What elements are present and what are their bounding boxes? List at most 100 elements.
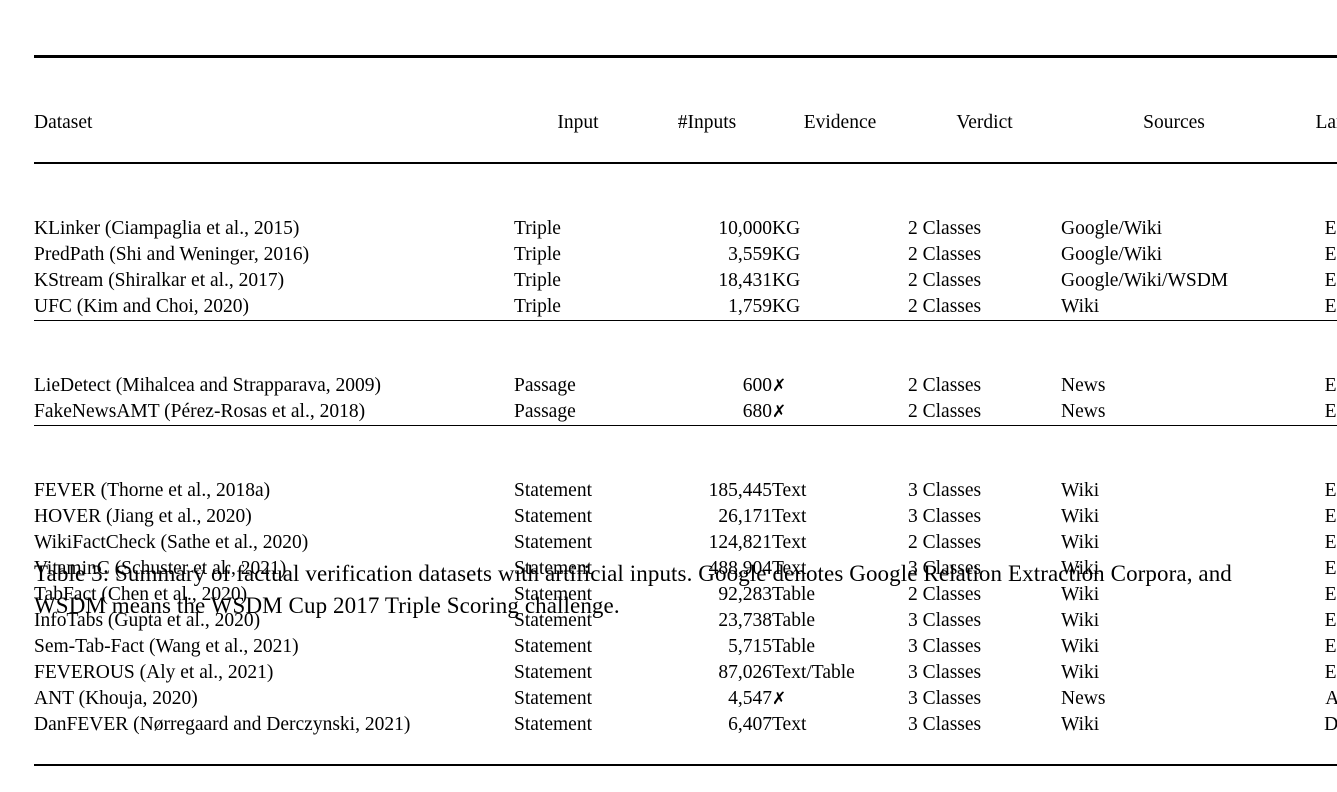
cell-evidence: Text xyxy=(772,504,908,530)
datasets-table: DatasetInput#InputsEvidenceVerdictSource… xyxy=(34,55,1337,792)
cell-ninputs: 5,715 xyxy=(642,634,772,660)
rule-cell xyxy=(514,57,642,85)
column-header-dataset: Dataset xyxy=(34,110,514,136)
cell-ninputs: 185,445 xyxy=(642,478,772,504)
rule-cell xyxy=(34,765,514,792)
cross-mark-icon: ✗ xyxy=(772,689,786,709)
cell-evidence-no-evidence: ✗ xyxy=(772,686,908,712)
table-row: UFC (Kim and Choi, 2020)Triple1,759KG2 C… xyxy=(34,294,1337,321)
column-header-input: Input xyxy=(514,110,642,136)
spacer-cell xyxy=(908,84,1061,110)
rule-cell xyxy=(34,57,514,85)
cell-lang: En xyxy=(1287,634,1337,660)
rule-cell xyxy=(1061,426,1287,453)
spacer-cell xyxy=(772,190,908,216)
table-row: PredPath (Shi and Weninger, 2016)Triple3… xyxy=(34,242,1337,268)
cell-dataset: DanFEVER (Nørregaard and Derczynski, 202… xyxy=(34,712,514,738)
spacer-cell xyxy=(1061,347,1287,373)
cell-evidence: Text xyxy=(772,530,908,556)
spacer-cell xyxy=(772,738,908,765)
table-page: DatasetInput#InputsEvidenceVerdictSource… xyxy=(0,0,1337,656)
rule-cell xyxy=(772,321,908,348)
cell-sources: Wiki xyxy=(1061,712,1287,738)
cell-ninputs: 124,821 xyxy=(642,530,772,556)
spacer-cell xyxy=(514,738,642,765)
cell-sources: News xyxy=(1061,373,1287,399)
cell-ninputs: 680 xyxy=(642,399,772,426)
cell-ninputs: 1,759 xyxy=(642,294,772,321)
table-header-row: DatasetInput#InputsEvidenceVerdictSource… xyxy=(34,110,1337,136)
cell-sources: Wiki xyxy=(1061,478,1287,504)
cell-dataset: Sem-Tab-Fact (Wang et al., 2021) xyxy=(34,634,514,660)
rule-cell xyxy=(1287,321,1337,348)
cell-input: Statement xyxy=(514,504,642,530)
rule-cell xyxy=(34,321,514,348)
spacer-cell xyxy=(34,84,514,110)
cell-verdict: 2 Classes xyxy=(908,242,1061,268)
cell-sources: Wiki xyxy=(1061,504,1287,530)
column-header-lang: Lang xyxy=(1287,110,1337,136)
cell-lang: En xyxy=(1287,556,1337,582)
rule-cell xyxy=(908,321,1061,348)
rule-cell xyxy=(514,321,642,348)
spacer-cell xyxy=(772,84,908,110)
spacer-cell xyxy=(908,738,1061,765)
spacer-cell xyxy=(1287,347,1337,373)
cell-sources: Google/Wiki xyxy=(1061,216,1287,242)
spacer-cell xyxy=(34,452,514,478)
cell-ninputs: 26,171 xyxy=(642,504,772,530)
cell-evidence: Text xyxy=(772,478,908,504)
spacer-cell xyxy=(908,190,1061,216)
column-header-sources: Sources xyxy=(1061,110,1287,136)
rule-cell xyxy=(514,765,642,792)
rule-cell xyxy=(772,57,908,85)
rule-cell xyxy=(772,426,908,453)
cell-ninputs: 10,000 xyxy=(642,216,772,242)
header-bottom-spacer xyxy=(34,136,1337,163)
rule-cell xyxy=(908,765,1061,792)
rule-cell xyxy=(1287,426,1337,453)
cell-verdict: 2 Classes xyxy=(908,268,1061,294)
cell-input: Statement xyxy=(514,530,642,556)
table-row: WikiFactCheck (Sathe et al., 2020)Statem… xyxy=(34,530,1337,556)
spacer-cell xyxy=(642,347,772,373)
cell-evidence-no-evidence: ✗ xyxy=(772,399,908,426)
rule-cell xyxy=(772,765,908,792)
cell-input: Triple xyxy=(514,294,642,321)
cell-dataset: FakeNewsAMT (Pérez-Rosas et al., 2018) xyxy=(34,399,514,426)
rule-cell xyxy=(908,426,1061,453)
cell-lang: En xyxy=(1287,294,1337,321)
spacer-cell xyxy=(908,452,1061,478)
cell-verdict: 2 Classes xyxy=(908,216,1061,242)
rule-cell xyxy=(642,163,772,190)
spacer-cell xyxy=(1287,84,1337,110)
spacer-cell xyxy=(1287,136,1337,163)
rule-cell xyxy=(1061,163,1287,190)
cell-lang: En xyxy=(1287,504,1337,530)
cell-lang: En xyxy=(1287,582,1337,608)
cell-verdict: 3 Classes xyxy=(908,712,1061,738)
body-bottom-spacer xyxy=(34,738,1337,765)
cell-verdict: 3 Classes xyxy=(908,634,1061,660)
spacer-cell xyxy=(514,136,642,163)
spacer-cell xyxy=(772,347,908,373)
cell-evidence: KG xyxy=(772,294,908,321)
cell-lang: En xyxy=(1287,373,1337,399)
spacer-cell xyxy=(908,136,1061,163)
cell-input: Triple xyxy=(514,242,642,268)
cell-evidence: KG xyxy=(772,242,908,268)
cell-sources: Google/Wiki xyxy=(1061,242,1287,268)
spacer-cell xyxy=(514,452,642,478)
rule-cell xyxy=(908,57,1061,85)
cell-lang: Da xyxy=(1287,712,1337,738)
group-spacer-2 xyxy=(34,452,1337,478)
cell-sources: News xyxy=(1061,399,1287,426)
cell-ninputs: 600 xyxy=(642,373,772,399)
rule-cell xyxy=(642,321,772,348)
cell-input: Statement xyxy=(514,478,642,504)
cell-input: Statement xyxy=(514,634,642,660)
table-row: FEVER (Thorne et al., 2018a)Statement185… xyxy=(34,478,1337,504)
rule-cell xyxy=(642,765,772,792)
rule-cell xyxy=(1287,163,1337,190)
table-row: FEVEROUS (Aly et al., 2021)Statement87,0… xyxy=(34,660,1337,686)
